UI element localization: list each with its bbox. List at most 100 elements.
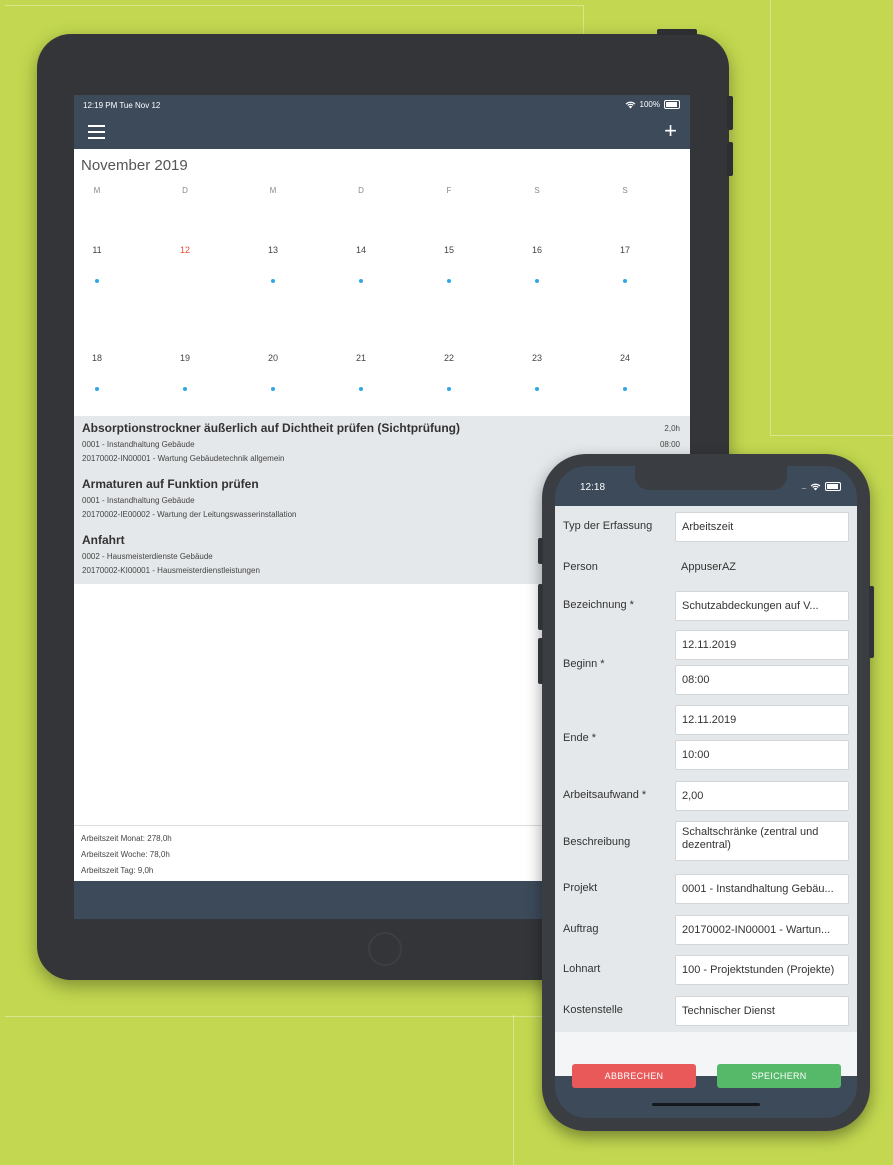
- calendar-day[interactable]: 15: [429, 245, 469, 255]
- menu-icon[interactable]: [88, 125, 105, 139]
- beginn-date-input[interactable]: 12.11.2019: [675, 630, 849, 660]
- decorative-frame-lines: [513, 1015, 514, 1165]
- calendar-day[interactable]: 11: [77, 245, 117, 255]
- calendar-day[interactable]: 22: [429, 353, 469, 363]
- event-dot: [429, 387, 469, 391]
- calendar-day[interactable]: 23: [517, 353, 557, 363]
- signal-icon: ....: [801, 482, 807, 491]
- typ-label: Typ der Erfassung: [563, 520, 653, 532]
- calendar-day[interactable]: 21: [341, 353, 381, 363]
- event-dot: [165, 387, 205, 391]
- stat-day: Arbeitszeit Tag: 9,0h: [81, 866, 154, 875]
- arbeitsaufwand-input[interactable]: 2,00: [675, 781, 849, 811]
- event-duration: 2,0h: [664, 424, 680, 433]
- ende-date-input[interactable]: 12.11.2019: [675, 705, 849, 735]
- form-row-kostenstelle: Kostenstelle Technischer Dienst: [555, 990, 857, 1034]
- phone-power-button: [869, 586, 874, 658]
- bezeichnung-input[interactable]: Schutzabdeckungen auf V...: [675, 591, 849, 621]
- save-button[interactable]: SPEICHERN: [717, 1064, 841, 1088]
- form-row-arbeitsaufwand: Arbeitsaufwand * 2,00: [555, 776, 857, 818]
- beschreibung-textarea[interactable]: Schaltschränke (zentral und dezentral): [675, 821, 849, 861]
- phone-notch: [635, 466, 787, 490]
- tablet-top-button: [657, 29, 697, 35]
- wifi-icon: [810, 483, 821, 491]
- event-order: 20170002-IE00002 - Wartung der Leitungsw…: [82, 510, 297, 519]
- typ-select[interactable]: Arbeitszeit: [675, 512, 849, 542]
- person-value: AppuserAZ: [681, 561, 737, 573]
- beschreibung-label: Beschreibung: [563, 836, 631, 848]
- projekt-label: Projekt: [563, 882, 598, 894]
- phone-device: 12:18 .... Typ der Erfassung Arbeitszeit…: [538, 454, 874, 1131]
- event-dot: [253, 279, 293, 283]
- calendar-day[interactable]: 14: [341, 245, 381, 255]
- month-title: November 2019: [81, 157, 188, 174]
- battery-icon: [825, 482, 841, 491]
- event-title: Armaturen auf Funktion prüfen: [82, 477, 259, 491]
- decorative-frame-lines: [770, 0, 893, 436]
- event-title: Anfahrt: [82, 533, 125, 547]
- ende-label: Ende *: [563, 732, 597, 744]
- form-row-beginn: Beginn * 12.11.2019 08:00: [555, 626, 857, 704]
- time-entry-form: Typ der Erfassung Arbeitszeit Person App…: [555, 506, 857, 1076]
- tablet-volume-down-button: [727, 142, 733, 176]
- status-right: 100%: [625, 100, 680, 109]
- phone-mute-switch: [538, 538, 543, 564]
- calendar-day[interactable]: 18: [77, 353, 117, 363]
- event-project: 0001 - Instandhaltung Gebäude: [82, 496, 195, 505]
- calendar-day[interactable]: 20: [253, 353, 293, 363]
- weekday-header: S: [534, 186, 540, 195]
- event-dot: [77, 387, 117, 391]
- stat-week: Arbeitszeit Woche: 78,0h: [81, 850, 170, 859]
- event-order: 20170002-KI00001 - Hausmeisterdienstleis…: [82, 566, 260, 575]
- calendar-day[interactable]: 12: [165, 245, 205, 255]
- event-project: 0001 - Instandhaltung Gebäude: [82, 440, 195, 449]
- beginn-label: Beginn *: [563, 658, 605, 670]
- status-bar: 12:19 PM Tue Nov 12 100%: [74, 95, 690, 115]
- auftrag-label: Auftrag: [563, 923, 599, 935]
- weekday-header: F: [446, 186, 452, 195]
- form-row-projekt: Projekt 0001 - Instandhaltung Gebäu...: [555, 868, 857, 912]
- weekday-header: D: [358, 186, 364, 195]
- nav-bar: +: [74, 115, 690, 149]
- form-row-person: Person AppuserAZ: [555, 548, 857, 588]
- auftrag-select[interactable]: 20170002-IN00001 - Wartun...: [675, 915, 849, 945]
- kostenstelle-label: Kostenstelle: [563, 1004, 623, 1016]
- event-dot: [77, 279, 117, 283]
- arbeitsaufwand-label: Arbeitsaufwand *: [563, 789, 647, 801]
- add-icon[interactable]: +: [664, 119, 677, 143]
- lohnart-select[interactable]: 100 - Projektstunden (Projekte): [675, 955, 849, 985]
- calendar-day[interactable]: 13: [253, 245, 293, 255]
- calendar-day[interactable]: 19: [165, 353, 205, 363]
- calendar-day[interactable]: 24: [605, 353, 645, 363]
- beginn-time-input[interactable]: 08:00: [675, 665, 849, 695]
- event-dot: [341, 279, 381, 283]
- cancel-button[interactable]: ABBRECHEN: [572, 1064, 696, 1088]
- event-dot: [429, 279, 469, 283]
- battery-icon: [664, 100, 680, 109]
- wifi-icon: [625, 101, 635, 109]
- phone-status-right: ....: [801, 482, 841, 491]
- event-time: 08:00: [659, 440, 680, 449]
- calendar-day[interactable]: 17: [605, 245, 645, 255]
- bezeichnung-label: Bezeichnung *: [563, 599, 634, 611]
- event-dot: [605, 387, 645, 391]
- status-time-date: 12:19 PM Tue Nov 12: [83, 101, 161, 110]
- ende-time-input[interactable]: 10:00: [675, 740, 849, 770]
- home-button[interactable]: [368, 932, 402, 966]
- form-row-auftrag: Auftrag 20170002-IN00001 - Wartun...: [555, 910, 857, 952]
- kostenstelle-select[interactable]: Technischer Dienst: [675, 996, 849, 1026]
- event-dot: [517, 279, 557, 283]
- home-indicator: [652, 1103, 760, 1106]
- form-row-typ: Typ der Erfassung Arbeitszeit: [555, 506, 857, 550]
- form-row-lohnart: Lohnart 100 - Projektstunden (Projekte): [555, 950, 857, 992]
- tablet-volume-up-button: [727, 96, 733, 130]
- calendar-day[interactable]: 16: [517, 245, 557, 255]
- form-row-beschreibung: Beschreibung Schaltschränke (zentral und…: [555, 816, 857, 870]
- stat-month: Arbeitszeit Monat: 278,0h: [81, 834, 172, 843]
- phone-volume-down-button: [538, 638, 543, 684]
- event-dot: [341, 387, 381, 391]
- event-title: Absorptionstrockner äußerlich auf Dichth…: [82, 421, 461, 435]
- projekt-select[interactable]: 0001 - Instandhaltung Gebäu...: [675, 874, 849, 904]
- event-order: 20170002-IN00001 - Wartung Gebäudetechni…: [82, 454, 285, 463]
- weekday-header: D: [182, 186, 188, 195]
